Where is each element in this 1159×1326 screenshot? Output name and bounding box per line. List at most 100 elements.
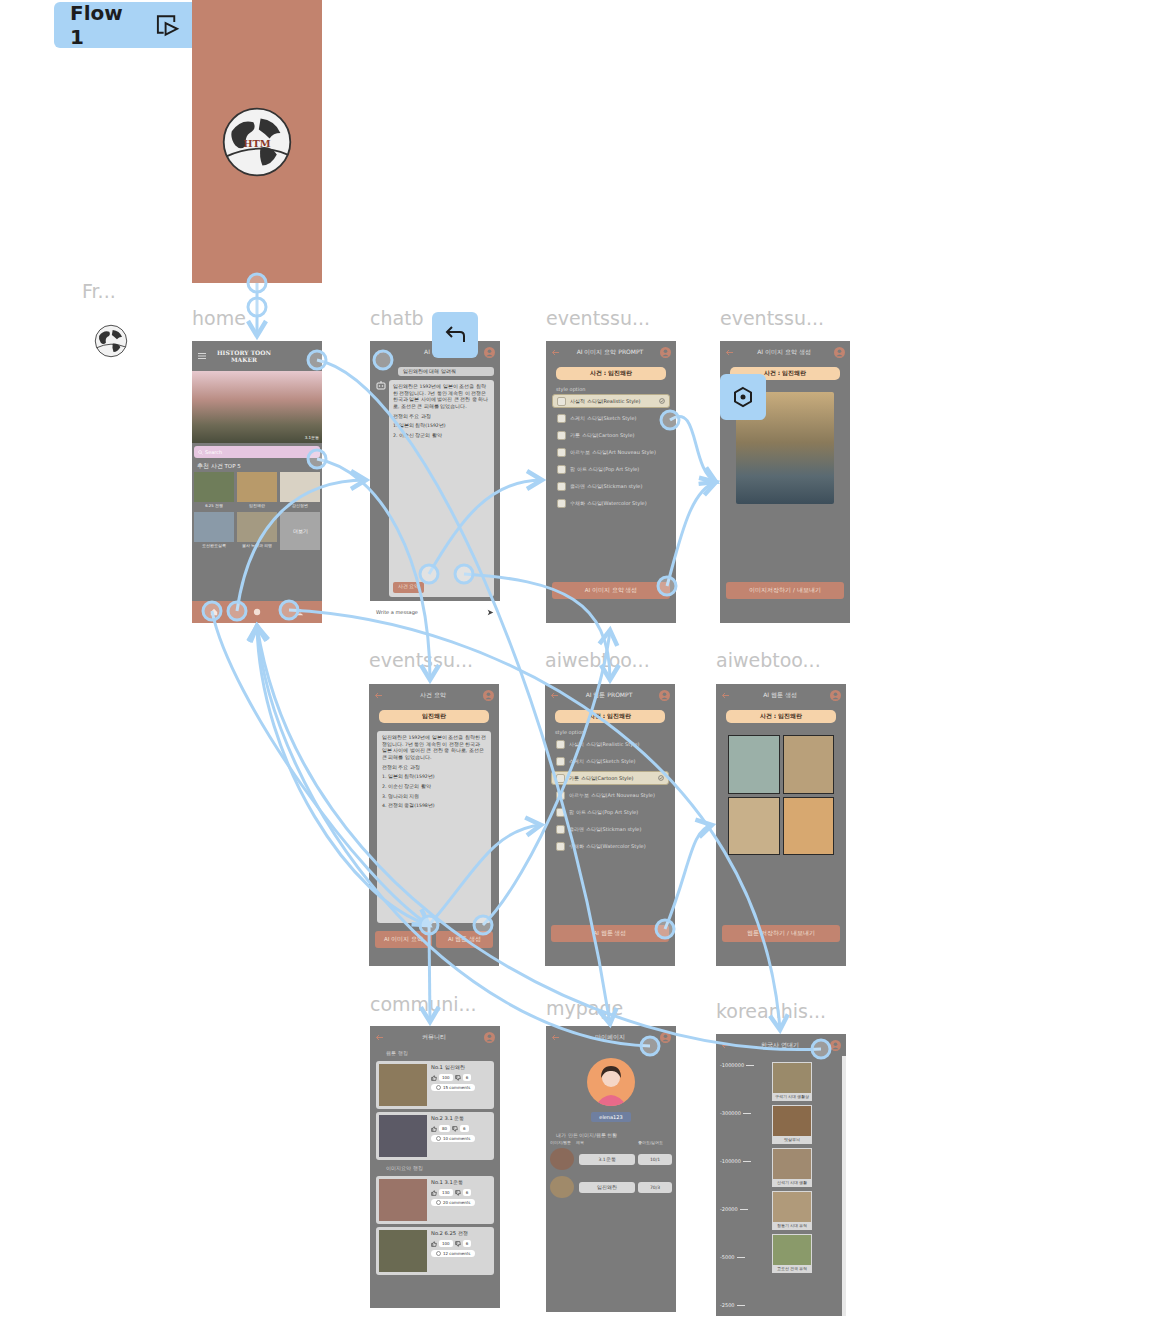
event-tile[interactable]: 임진왜란 — [237, 472, 277, 509]
connection-line[interactable] — [256, 283, 259, 336]
style-option[interactable]: 사실적 스타일(Realistic Style) — [551, 737, 669, 751]
style-option[interactable]: 수채화 스타일(Watercolor Style) — [551, 839, 669, 853]
export-button[interactable]: 웹툰 저장하기 / 내보내기 — [722, 925, 840, 942]
checkbox[interactable] — [556, 825, 565, 834]
hotspot[interactable] — [812, 1040, 830, 1058]
comments-count[interactable]: 12 comments — [431, 1250, 475, 1257]
profile-icon[interactable] — [834, 347, 845, 358]
connection-line[interactable] — [212, 611, 429, 925]
community-icon[interactable] — [253, 608, 261, 616]
hotspot[interactable] — [228, 602, 246, 620]
style-option[interactable]: 아르누보 스타일(Art Nouveau Style) — [552, 445, 670, 459]
checkbox[interactable] — [556, 791, 565, 800]
style-option[interactable]: 졸라맨 스타일(Stickman style) — [552, 479, 670, 493]
style-option[interactable]: 카툰 스타일(Cartoon Style) — [552, 428, 670, 442]
back-arrow-icon[interactable] — [551, 349, 560, 356]
connection-line[interactable] — [670, 416, 716, 482]
checkbox[interactable] — [556, 774, 565, 783]
back-action-badge[interactable] — [432, 312, 478, 358]
checkbox[interactable] — [556, 842, 565, 851]
thumbs-up-icon[interactable] — [431, 1190, 437, 1196]
style-option[interactable]: 스케치 스타일(Sketch Style) — [551, 754, 669, 768]
back-arrow-icon[interactable] — [374, 692, 383, 699]
connection-line[interactable] — [464, 574, 610, 680]
thumbs-down-icon[interactable] — [455, 1241, 461, 1247]
hotspot[interactable] — [374, 351, 392, 369]
connection-line[interactable] — [317, 459, 430, 680]
hotspot[interactable] — [308, 450, 326, 468]
generate-button[interactable]: AI 웹툰 생성 — [551, 925, 669, 942]
hotspot[interactable] — [420, 916, 438, 934]
checkbox[interactable] — [557, 397, 566, 406]
era-card[interactable]: 청동기 시대 유적 — [772, 1191, 812, 1230]
summary-action-button[interactable]: AI 이미지 요약 — [375, 931, 432, 948]
checkbox[interactable] — [557, 431, 566, 440]
ranking-card[interactable]: No.1 3.1운동130620 comments — [376, 1176, 494, 1224]
connection-line[interactable] — [257, 626, 821, 1050]
event-tile[interactable]: 6.25 전쟁 — [194, 472, 234, 509]
checkbox[interactable] — [557, 448, 566, 457]
back-arrow-icon[interactable] — [550, 692, 559, 699]
checkbox[interactable] — [556, 757, 565, 766]
connection-line[interactable] — [317, 360, 610, 1024]
era-card[interactable]: 빗살무늬 — [772, 1105, 812, 1144]
checkbox[interactable] — [556, 808, 565, 817]
summary-button[interactable]: 사건 요약 — [393, 582, 424, 593]
profile-icon[interactable] — [830, 1040, 841, 1051]
profile-icon[interactable] — [660, 1032, 671, 1043]
table-row[interactable]: 3.1운동10/1 — [546, 1145, 676, 1173]
back-arrow-icon[interactable] — [721, 692, 730, 699]
era-card[interactable]: 구석기 시대 생활상 — [772, 1062, 812, 1101]
thumbs-up-icon[interactable] — [431, 1126, 437, 1132]
connection-line[interactable] — [257, 626, 429, 925]
flow-badge[interactable]: Flow 1 — [54, 2, 192, 48]
connection-line[interactable] — [665, 825, 712, 929]
checkbox[interactable] — [556, 740, 565, 749]
ranking-card[interactable]: No.2 6.25 전쟁100612 comments — [376, 1227, 494, 1275]
avatar[interactable] — [587, 1058, 635, 1106]
profile-icon[interactable] — [484, 1032, 495, 1043]
checkbox[interactable] — [557, 499, 566, 508]
event-tile[interactable]: 조선왕조실록 — [194, 512, 234, 550]
style-option[interactable]: 스케치 스타일(Sketch Style) — [552, 411, 670, 425]
ranking-card[interactable]: No.2 3.1 운동80610 comments — [376, 1112, 494, 1160]
table-row[interactable]: 임진왜란70/3 — [546, 1173, 676, 1201]
back-arrow-icon[interactable] — [725, 349, 734, 356]
profile-icon[interactable] — [484, 347, 495, 358]
connection-line[interactable] — [429, 480, 542, 574]
hotspot[interactable] — [308, 351, 326, 369]
play-flow-icon[interactable] — [155, 13, 180, 37]
connection-line[interactable] — [667, 482, 716, 586]
style-option[interactable]: 카툰 스타일(Cartoon Style) — [551, 771, 669, 785]
back-arrow-icon[interactable] — [375, 1034, 384, 1041]
mypage-icon[interactable] — [296, 608, 304, 616]
back-arrow-icon[interactable] — [551, 1034, 560, 1041]
thumbs-down-icon[interactable] — [452, 1126, 458, 1132]
scrollbar[interactable] — [842, 1056, 846, 1316]
profile-icon[interactable] — [483, 690, 494, 701]
hotspot[interactable] — [661, 411, 679, 429]
thumbs-up-icon[interactable] — [431, 1241, 437, 1247]
checkbox[interactable] — [557, 482, 566, 491]
comments-count[interactable]: 10 comments — [431, 1135, 475, 1142]
hotspot[interactable] — [474, 916, 492, 934]
hotspot[interactable] — [656, 920, 674, 938]
hotspot[interactable] — [658, 577, 676, 595]
event-tile[interactable]: 을사 늑약과 의병 — [237, 512, 277, 550]
connection-line[interactable] — [257, 626, 650, 1046]
component-badge[interactable] — [720, 374, 766, 420]
comments-count[interactable]: 20 comments — [431, 1199, 475, 1206]
send-icon[interactable] — [487, 609, 494, 616]
checkbox[interactable] — [557, 414, 566, 423]
style-option[interactable]: 졸라맨 스타일(Stickman style) — [551, 822, 669, 836]
event-tile[interactable]: 갑신정변 — [280, 472, 320, 509]
era-card[interactable]: 고조선 건국 유적 — [772, 1234, 812, 1273]
profile-icon[interactable] — [830, 690, 841, 701]
hotspot[interactable] — [455, 565, 473, 583]
connection-line[interactable] — [429, 825, 541, 925]
hotspot[interactable] — [248, 274, 266, 292]
hotspot[interactable] — [248, 298, 266, 316]
more-tile[interactable]: 더보기 — [280, 512, 320, 550]
home-icon[interactable] — [210, 608, 218, 616]
thumbs-down-icon[interactable] — [455, 1075, 461, 1081]
